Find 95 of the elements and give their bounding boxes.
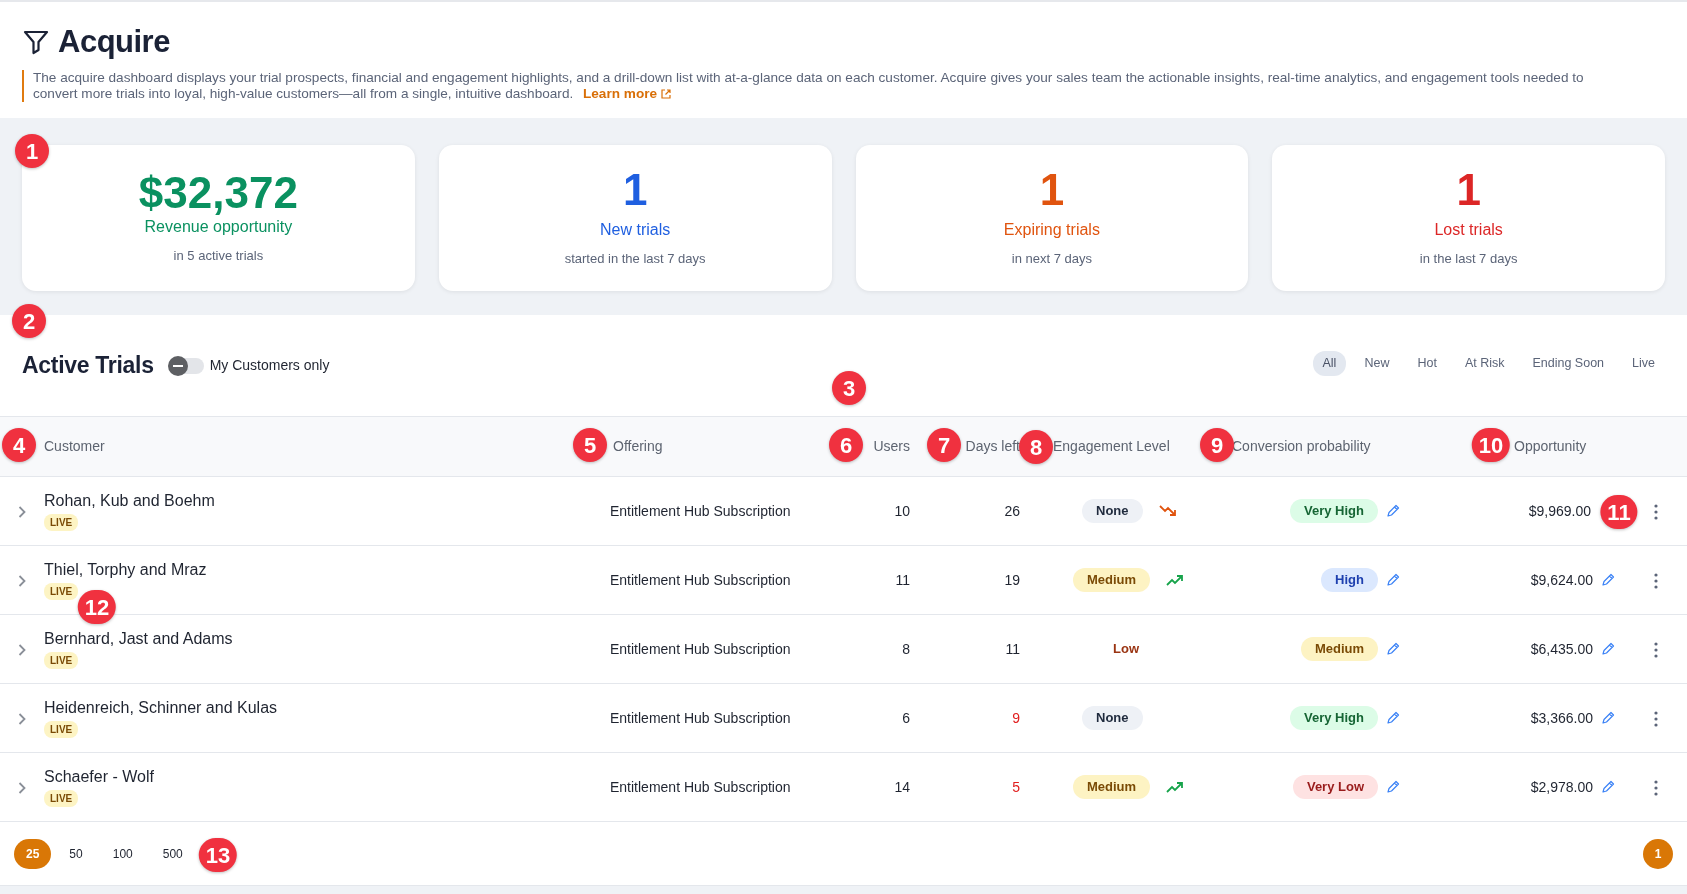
status-badge: LIVE (44, 789, 79, 807)
pencil-icon[interactable] (1601, 711, 1615, 725)
external-link-icon (660, 89, 671, 100)
days-left-cell-text: 11 (1004, 639, 1021, 659)
offering-cell-text: Entitlement Hub Subscription (610, 570, 792, 590)
offering-cell-text: Entitlement Hub Subscription (610, 708, 792, 728)
engagement-badge: None (1082, 706, 1143, 730)
stat-value: 1 (622, 167, 648, 214)
days-left-cell-text: 19 (1003, 570, 1021, 590)
conversion-badge: Very High (1290, 706, 1378, 730)
stat-value: 1 (1039, 167, 1065, 214)
pencil-icon[interactable] (1601, 642, 1615, 656)
customer-name: Rohan, Kub and Boehm (44, 490, 216, 511)
status-badge: LIVE (44, 582, 79, 600)
chevron-right-icon (18, 505, 26, 518)
conversion-badge: High (1321, 568, 1378, 592)
more-vertical-icon (1654, 503, 1658, 520)
pencil-icon[interactable] (1601, 780, 1615, 794)
column-header: Customer (44, 438, 105, 454)
customer-name: Thiel, Torphy and Mraz (44, 559, 208, 580)
customer-name: Schaefer - Wolf (44, 766, 155, 787)
opportunity-cell-text: $9,624.00 (1530, 570, 1593, 590)
pencil-icon[interactable] (1386, 573, 1400, 587)
customer-name: Bernhard, Jast and Adams (44, 628, 234, 649)
chevron-right-icon (18, 781, 26, 794)
offering-cell-text: Entitlement Hub Subscription (610, 639, 792, 659)
engagement-badge: Medium (1073, 568, 1151, 592)
opportunity-cell-text: $2,978.00 (1530, 777, 1593, 797)
page-size-option[interactable]: 100 (100, 838, 145, 869)
stat-caption: in next 7 days (1011, 250, 1092, 269)
stat-label: New trials (600, 220, 671, 241)
page-size-option[interactable]: 50 (57, 838, 95, 869)
pencil-icon[interactable] (1386, 504, 1400, 518)
status-badge: LIVE (44, 720, 79, 738)
filter-tab[interactable]: New (1354, 351, 1400, 376)
customer-name: Heidenreich, Schinner and Kulas (44, 697, 279, 718)
page-title: Acquire (58, 23, 170, 61)
column-header: Offering (613, 438, 663, 454)
filter-tab[interactable]: Ending Soon (1522, 351, 1615, 376)
description-text: The acquire dashboard displays your trial prospects, financial and engagement highlights, and a drill-down list with at-a-glance data on each customer. Acquire gives your sales team the actionable insights, real-time analytics, and engagement tools needed to convert more trials into loyal, high-value customers—all from a single, intuitive dashboard. Learn more (33, 70, 1585, 102)
offering-cell-text: Entitlement Hub Subscription (610, 777, 792, 797)
days-left-cell-text: 26 (1003, 501, 1021, 521)
column-header: Conversion probability (1232, 438, 1371, 454)
more-vertical-icon (1654, 710, 1658, 727)
engagement-badge: Medium (1073, 775, 1151, 799)
more-vertical-icon (1654, 572, 1658, 589)
pencil-icon[interactable] (1601, 573, 1615, 587)
days-left-cell-text: 9 (1011, 708, 1021, 728)
stat-caption: in the last 7 days (1419, 250, 1518, 269)
opportunity-cell-text: $3,366.00 (1530, 708, 1593, 728)
filter-tab[interactable]: At Risk (1454, 351, 1515, 376)
filter-tab[interactable]: Live (1622, 351, 1665, 376)
status-badge: LIVE (44, 513, 79, 531)
pencil-icon[interactable] (1386, 711, 1400, 725)
pencil-icon[interactable] (1386, 642, 1400, 656)
learn-more-link[interactable]: Learn more (583, 86, 671, 101)
callout-marker: 2 (12, 304, 46, 338)
opportunity-cell-text: $9,969.00 (1528, 501, 1591, 521)
days-left-cell-text: 5 (1011, 777, 1021, 797)
conversion-badge: Very Low (1292, 775, 1378, 799)
chevron-right-icon (18, 574, 26, 587)
users-cell-text: 10 (893, 501, 911, 521)
column-header: Engagement Level (1053, 438, 1170, 454)
callout-marker: 1 (15, 134, 49, 168)
opportunity-cell-text: $6,435.00 (1530, 639, 1593, 659)
offering-cell-text: Entitlement Hub Subscription (610, 501, 792, 521)
section-title: Active Trials (22, 351, 154, 380)
stat-label: Revenue opportunity (144, 217, 293, 238)
stat-label: Lost trials (1434, 220, 1503, 241)
stat-value: $32,372 (138, 170, 298, 217)
users-cell-text: 11 (894, 570, 911, 590)
stat-caption: in 5 active trials (173, 247, 264, 266)
toggle-switch[interactable]: My Customers only (169, 355, 330, 376)
filter-icon (22, 28, 50, 56)
filter-tab[interactable]: All (1312, 351, 1347, 376)
chevron-right-icon (18, 643, 26, 656)
stat-value: 1 (1456, 167, 1481, 214)
stat-label: Expiring trials (1003, 220, 1100, 241)
engagement-badge: None (1082, 499, 1143, 523)
users-cell-text: 14 (893, 777, 911, 797)
stat-caption: started in the last 7 days (564, 250, 706, 269)
status-badge: LIVE (44, 651, 79, 669)
column-header: Opportunity (1514, 438, 1587, 454)
pencil-icon[interactable] (1386, 780, 1400, 794)
conversion-badge: Very High (1290, 499, 1378, 523)
engagement-label: Low (1112, 640, 1140, 658)
filter-tab[interactable]: Hot (1407, 351, 1447, 376)
users-cell-text: 6 (901, 708, 911, 728)
column-header: Users (873, 438, 910, 454)
conversion-badge: Medium (1300, 637, 1378, 661)
more-vertical-icon (1654, 779, 1658, 796)
chevron-right-icon (18, 712, 26, 725)
users-cell-text: 8 (901, 639, 911, 659)
page-size-option[interactable]: 500 (150, 838, 195, 869)
more-vertical-icon (1654, 641, 1658, 658)
